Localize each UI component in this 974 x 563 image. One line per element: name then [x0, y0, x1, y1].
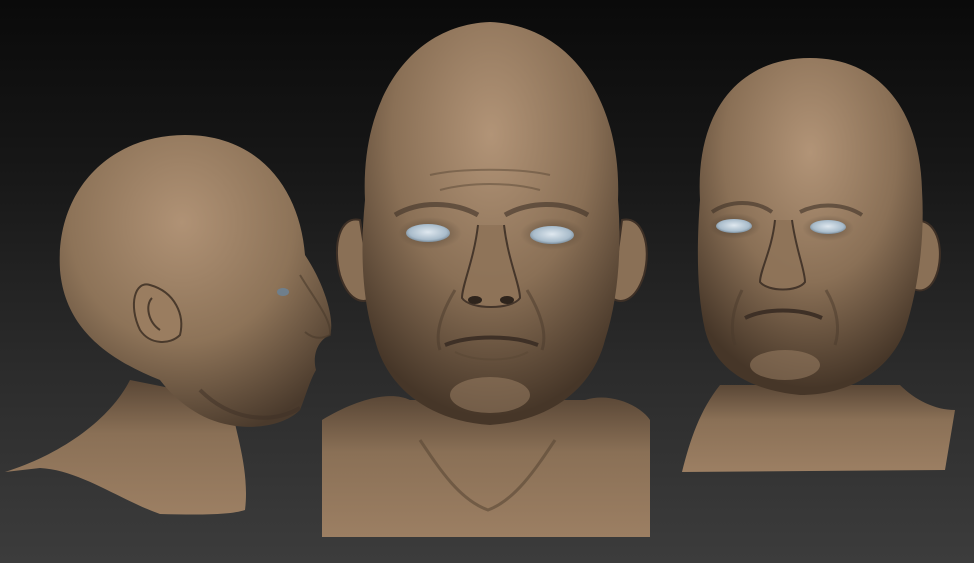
eye-right-right — [810, 220, 846, 234]
bust-side-view — [5, 135, 332, 515]
bust-three-quarter-view — [682, 58, 955, 472]
sculpt-viewport[interactable] — [0, 0, 974, 563]
bust-renders — [5, 22, 955, 537]
head-left — [59, 135, 332, 427]
neck-right — [682, 385, 955, 472]
bust-front-view — [322, 22, 650, 537]
eye-front-left — [406, 224, 450, 242]
eye-right-left — [716, 219, 752, 233]
head-front — [362, 22, 620, 425]
eye-left-view — [277, 288, 289, 296]
eye-front-right — [530, 226, 574, 244]
